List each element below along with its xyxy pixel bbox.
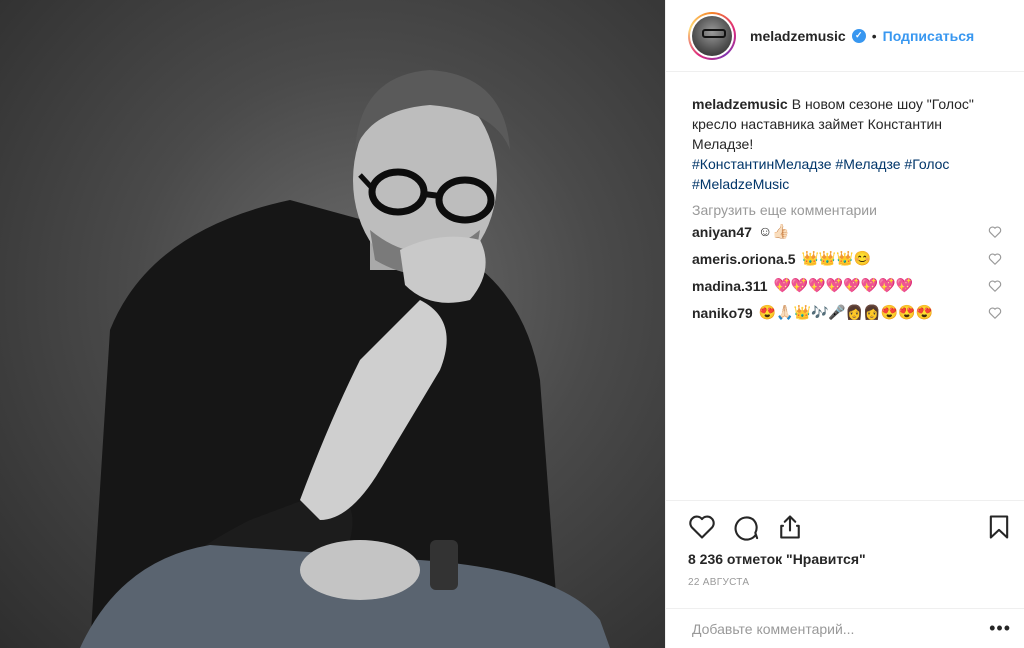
avatar-story-ring[interactable] (688, 11, 736, 60)
avatar-border (690, 13, 734, 58)
separator-dot: • (871, 27, 877, 44)
heart-icon[interactable] (988, 306, 1002, 320)
post-header: meladzemusic ✓ • Подписаться (666, 0, 1024, 72)
comment-row: ameris.oriona.5 👑👑👑😊 (692, 245, 1002, 272)
comment-row: naniko79 😍🙏🏻👑🎶🎤👩👩😍😍😍 (692, 299, 1002, 326)
comment-username[interactable]: naniko79 (692, 305, 753, 321)
post-details-panel: meladzemusic ✓ • Подписаться meladzemusi… (665, 0, 1024, 648)
post-actions: 8 236 отметок "Нравится" 22 августа (666, 500, 1024, 588)
comment-icon[interactable] (732, 513, 760, 541)
comment-row: madina.311 💖💖💖💖💖💖💖💖 (692, 272, 1002, 299)
comment-text: 💖💖💖💖💖💖💖💖 (773, 277, 913, 293)
likes-count[interactable]: 8 236 отметок "Нравится" (688, 551, 1013, 567)
comment-username[interactable]: madina.311 (692, 278, 768, 294)
comment-username[interactable]: ameris.oriona.5 (692, 251, 796, 267)
comment-text: 😍🙏🏻👑🎶🎤👩👩😍😍😍 (758, 304, 934, 320)
action-icons-row (688, 511, 1013, 543)
heart-icon[interactable] (988, 252, 1002, 266)
post-photo[interactable] (0, 0, 665, 648)
more-options-icon[interactable]: ••• (989, 618, 1011, 639)
follow-button[interactable]: Подписаться (883, 28, 975, 44)
hashtag-link[interactable]: #Голос (904, 156, 949, 172)
load-more-comments-button[interactable]: Загрузить еще комментарии (692, 202, 1002, 218)
post-caption: meladzemusic В новом сезоне шоу "Голос" к… (692, 94, 1002, 194)
header-username[interactable]: meladzemusic (750, 28, 846, 44)
comment-username[interactable]: aniyan47 (692, 224, 752, 240)
comment-text: 👑👑👑😊 (801, 250, 872, 266)
hashtag-link[interactable]: #MeladzeMusic (692, 176, 789, 192)
heart-icon[interactable] (988, 225, 1002, 239)
verified-badge-icon: ✓ (851, 28, 866, 43)
caption-username[interactable]: meladzemusic (692, 96, 788, 112)
comment-input[interactable] (692, 620, 990, 637)
portrait-image (80, 70, 610, 648)
comments-area[interactable]: meladzemusic В новом сезоне шоу "Голос" к… (666, 72, 1024, 500)
add-comment-bar: ••• (666, 608, 1024, 648)
hashtag-link[interactable]: #КонстантинМеладзе (692, 156, 832, 172)
avatar (692, 15, 732, 56)
comment-text: ☺👍🏻 (757, 223, 790, 239)
heart-icon[interactable] (688, 513, 716, 541)
share-icon[interactable] (776, 513, 804, 541)
heart-icon[interactable] (988, 279, 1002, 293)
bookmark-icon[interactable] (985, 513, 1013, 541)
hashtag-link[interactable]: #Меладзе (835, 156, 900, 172)
post-date[interactable]: 22 августа (688, 577, 1013, 588)
comment-row: aniyan47 ☺👍🏻 (692, 218, 1002, 245)
